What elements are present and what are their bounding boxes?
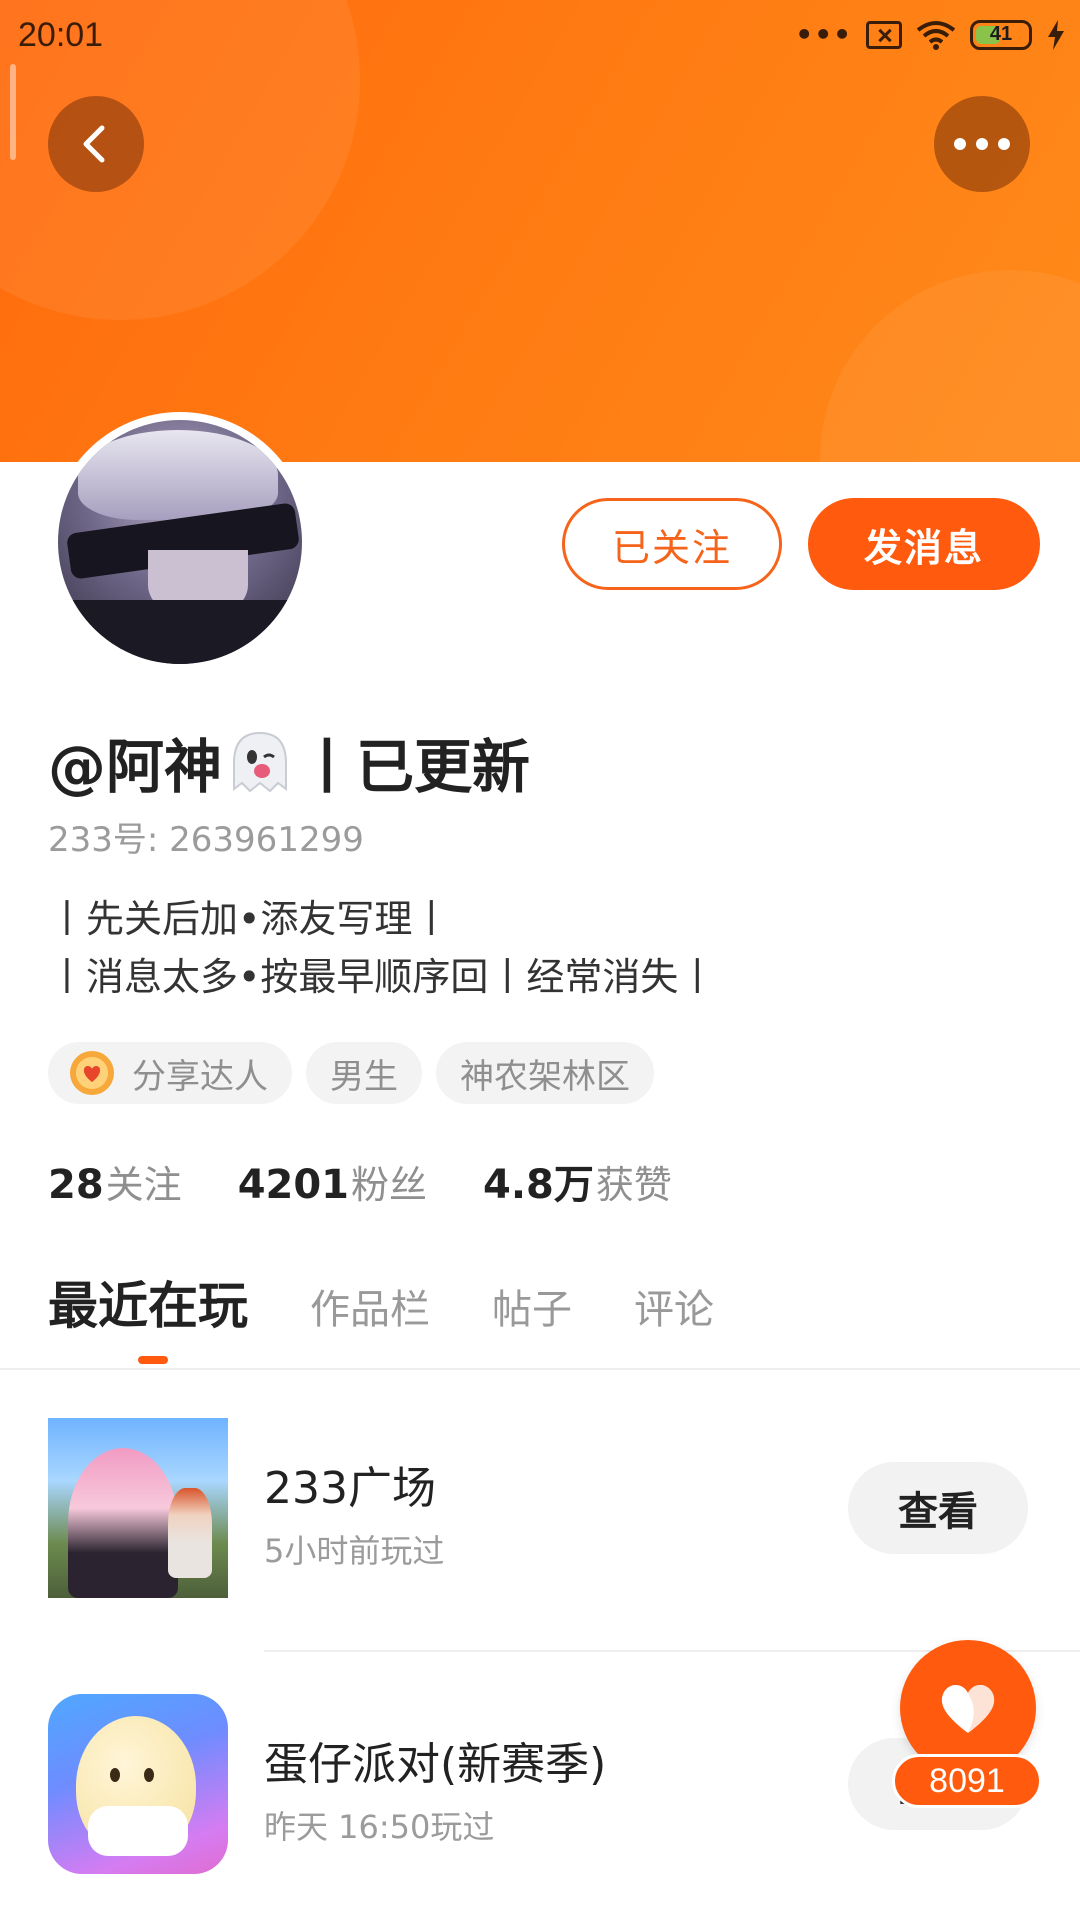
battery-level: 41: [989, 23, 1013, 45]
game-thumbnail: [48, 1694, 228, 1874]
back-button[interactable]: [48, 96, 144, 192]
tag-location[interactable]: 神农架林区: [436, 1042, 654, 1104]
likes-count: 4.8万: [483, 1162, 594, 1208]
profile-name-prefix: @阿神: [48, 733, 223, 801]
fans-label: 粉丝: [351, 1163, 428, 1207]
bio: 丨先关后加•添友写理丨 丨消息太多•按最早顺序回丨经常消失丨: [48, 890, 716, 1006]
battery-icon: 41: [970, 19, 1032, 50]
tag-label: 男生: [330, 1056, 398, 1097]
followed-button[interactable]: 已关注: [562, 498, 782, 590]
following-count: 28: [48, 1162, 104, 1208]
bio-line: 丨先关后加•添友写理丨: [48, 897, 451, 941]
stat-following[interactable]: 28 关注: [48, 1154, 182, 1209]
tab-recently-played[interactable]: 最近在玩: [48, 1266, 248, 1338]
like-count-badge: 8091: [892, 1754, 1042, 1808]
tab-works[interactable]: 作品栏: [310, 1277, 430, 1335]
sim-icon: [866, 20, 902, 49]
stat-fans[interactable]: 4201 粉丝: [238, 1154, 427, 1209]
ghost-emoji-icon: [233, 731, 288, 793]
wifi-icon: [916, 20, 956, 50]
profile-name: @阿神 丨已更新: [48, 720, 530, 804]
chevron-left-icon: [83, 125, 105, 163]
game-last-played: 昨天 16:50玩过: [264, 1808, 495, 1846]
tag-label: 分享达人: [132, 1056, 268, 1097]
medal-icon: [70, 1051, 114, 1095]
profile-stats: 28 关注 4201 粉丝 4.8万 获赞: [48, 1152, 672, 1210]
profile-tabs: 最近在玩 作品栏 帖子 评论: [48, 1266, 714, 1338]
bio-line: 丨消息太多•按最早顺序回丨经常消失丨: [48, 955, 717, 999]
following-label: 关注: [105, 1163, 182, 1207]
status-time: 20:01: [18, 16, 104, 54]
heart-icon: [941, 1684, 995, 1733]
profile-name-suffix: 丨已更新: [298, 733, 531, 801]
tab-comments[interactable]: 评论: [634, 1277, 714, 1335]
scroll-indicator: [10, 64, 16, 160]
divider: [0, 1368, 1080, 1370]
tab-posts[interactable]: 帖子: [492, 1277, 572, 1335]
status-bar: 20:01 ••• 41: [0, 0, 1080, 76]
game-list-item[interactable]: 233广场 5小时前玩过 查看: [48, 1418, 1048, 1598]
avatar[interactable]: [50, 412, 310, 672]
charging-bolt-icon: [1048, 19, 1064, 50]
stat-likes[interactable]: 4.8万 获赞: [483, 1152, 672, 1210]
more-options-button[interactable]: [934, 96, 1030, 192]
status-icons: ••• 41: [795, 18, 1066, 51]
game-title: 233广场: [264, 1463, 436, 1514]
banner-decoration: [820, 270, 1080, 462]
avatar-image: [58, 420, 302, 664]
tag-label: 神农架林区: [460, 1056, 630, 1097]
user-id: 233号: 263961299: [48, 820, 364, 860]
game-thumbnail: [48, 1418, 228, 1598]
tag-gender[interactable]: 男生: [306, 1042, 422, 1104]
likes-label: 获赞: [595, 1163, 672, 1207]
tag-share-expert[interactable]: 分享达人: [48, 1042, 292, 1104]
fans-count: 4201: [237, 1162, 350, 1208]
game-last-played: 5小时前玩过: [264, 1532, 445, 1570]
active-tab-indicator: [138, 1356, 168, 1364]
game-title: 蛋仔派对(新赛季): [264, 1739, 607, 1790]
profile-tags: 分享达人 男生 神农架林区: [48, 1042, 654, 1104]
notification-dots: •••: [795, 18, 852, 51]
more-dots-icon: [954, 138, 1010, 150]
send-message-button[interactable]: 发消息: [808, 498, 1040, 590]
view-game-button[interactable]: 查看: [848, 1462, 1028, 1554]
